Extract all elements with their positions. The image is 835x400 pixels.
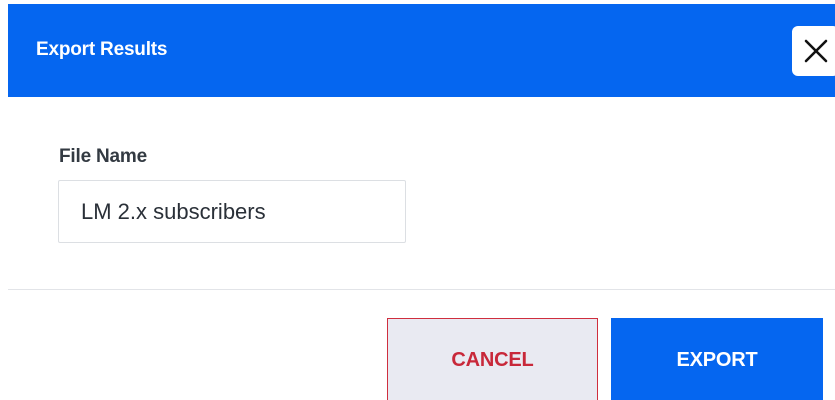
- footer-divider: [8, 289, 835, 290]
- cancel-button-label: CANCEL: [451, 348, 534, 371]
- export-results-dialog: Export Results File Name CANCEL EXPORT: [0, 0, 835, 400]
- export-button[interactable]: EXPORT: [611, 318, 823, 400]
- close-button[interactable]: [792, 26, 835, 76]
- dialog-title: Export Results: [36, 39, 168, 60]
- cancel-button[interactable]: CANCEL: [387, 318, 598, 400]
- dialog-header: Export Results: [8, 4, 835, 97]
- file-name-input[interactable]: [58, 180, 406, 243]
- file-name-label: File Name: [59, 146, 147, 167]
- export-button-label: EXPORT: [676, 348, 758, 371]
- close-icon: [803, 38, 829, 64]
